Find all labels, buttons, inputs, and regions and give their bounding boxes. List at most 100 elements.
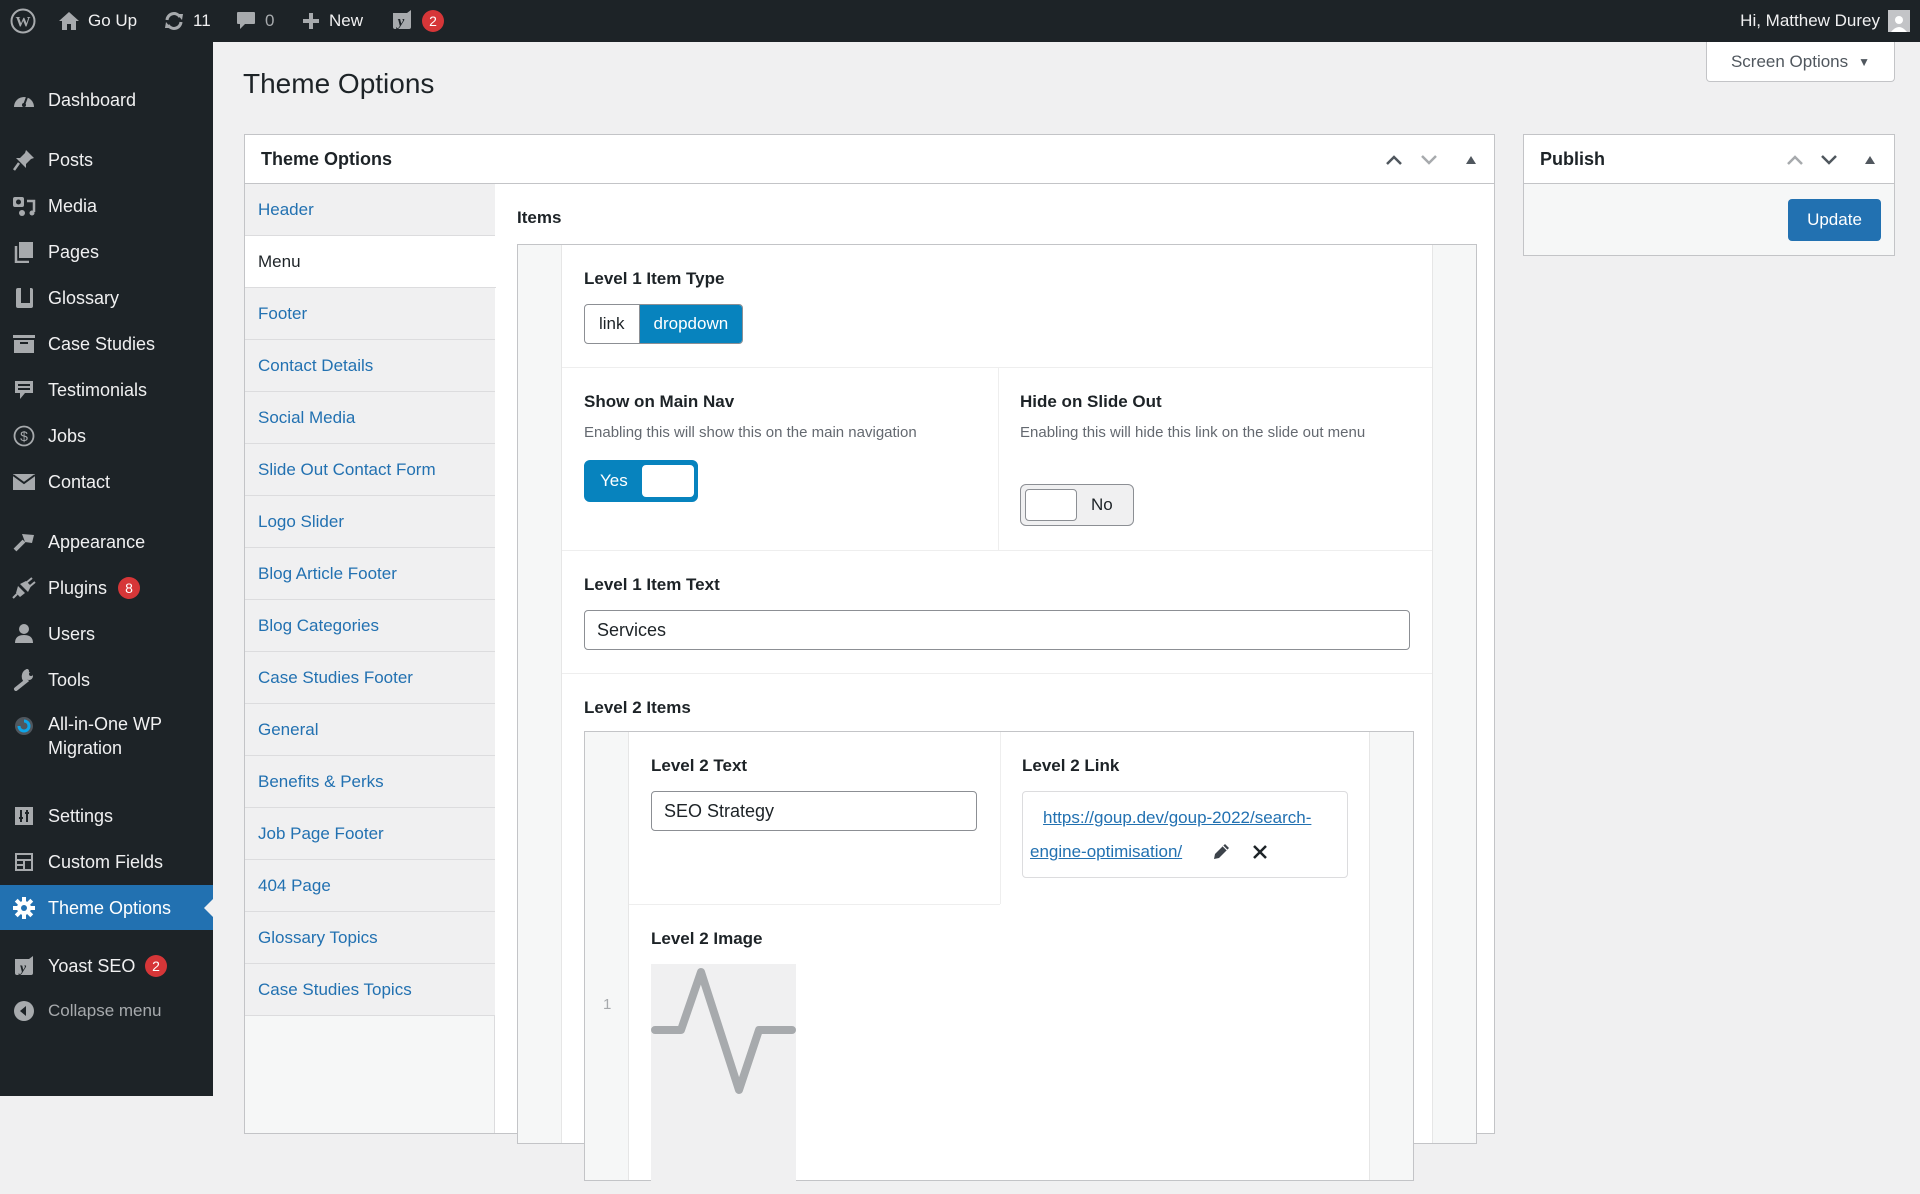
- wordpress-logo-button[interactable]: W: [10, 0, 36, 42]
- sidebar-item-theme-options[interactable]: Theme Options: [0, 885, 213, 930]
- level2-row-drag-handle[interactable]: 1: [585, 732, 629, 1180]
- publish-toggle-panel-button[interactable]: [1854, 135, 1886, 184]
- new-content-link[interactable]: New: [301, 0, 363, 42]
- row-drag-handle[interactable]: [518, 245, 562, 1143]
- metabox-title: Theme Options: [261, 148, 393, 169]
- tab-header[interactable]: Header: [245, 184, 495, 236]
- tab-glossary-topics[interactable]: Glossary Topics: [245, 912, 495, 964]
- plugins-update-badge: 8: [118, 577, 140, 599]
- tab-case-studies-footer[interactable]: Case Studies Footer: [245, 652, 495, 704]
- comments-link[interactable]: 0: [235, 0, 274, 42]
- row-remove-handle[interactable]: [1432, 245, 1476, 1143]
- tab-logo-slider[interactable]: Logo Slider: [245, 496, 495, 548]
- divider: [629, 904, 1000, 905]
- sidebar-item-glossary[interactable]: Glossary: [0, 280, 213, 316]
- updates-link[interactable]: 11: [163, 0, 211, 42]
- level2-text-input[interactable]: SEO Strategy: [651, 791, 977, 831]
- tab-job-page-footer[interactable]: Job Page Footer: [245, 808, 495, 860]
- level2-text-label: Level 2 Text: [651, 756, 748, 775]
- sidebar-item-plugins[interactable]: Plugins 8: [0, 570, 213, 606]
- sidebar-item-jobs[interactable]: $ Jobs: [0, 418, 213, 454]
- my-account-link[interactable]: Hi, Matthew Durey: [1740, 0, 1910, 42]
- site-name-link[interactable]: Go Up: [58, 0, 137, 42]
- pencil-icon: [1214, 844, 1229, 859]
- svg-text:y: y: [396, 14, 405, 30]
- email-icon: [12, 470, 36, 494]
- toggle-knob: [1025, 489, 1077, 521]
- sidebar-item-users[interactable]: Users: [0, 616, 213, 652]
- column-divider: [1000, 732, 1001, 904]
- sidebar-item-testimonials[interactable]: Testimonials: [0, 372, 213, 408]
- move-down-button[interactable]: [1413, 135, 1445, 184]
- level2-items-label: Level 2 Items: [584, 698, 691, 717]
- sidebar-item-all-in-one-wp-migration[interactable]: All-in-One WP Migration: [0, 708, 213, 764]
- yoast-notification-badge: 2: [422, 10, 444, 32]
- tab-benefits-perks[interactable]: Benefits & Perks: [245, 756, 495, 808]
- level2-row-remove-handle[interactable]: [1369, 732, 1413, 1180]
- edit-link-button[interactable]: [1211, 842, 1231, 867]
- move-up-button[interactable]: [1378, 135, 1410, 184]
- toggle-panel-button[interactable]: [1455, 135, 1487, 184]
- tab-social-media[interactable]: Social Media: [245, 392, 495, 444]
- publish-metabox: Publish Update: [1523, 134, 1895, 256]
- level1-text-input[interactable]: Services: [584, 610, 1410, 650]
- tab-footer[interactable]: Footer: [245, 288, 495, 340]
- archive-icon: [12, 332, 36, 356]
- sidebar-item-case-studies[interactable]: Case Studies: [0, 326, 213, 362]
- sidebar-item-dashboard[interactable]: Dashboard: [0, 82, 213, 118]
- toggle-off-label: No: [1091, 495, 1113, 514]
- sidebar-item-pages[interactable]: Pages: [0, 234, 213, 270]
- tab-404-page[interactable]: 404 Page: [245, 860, 495, 912]
- publish-move-up-button[interactable]: [1779, 135, 1811, 184]
- tab-menu[interactable]: Menu: [245, 236, 496, 288]
- remove-link-button[interactable]: [1251, 843, 1269, 866]
- tab-blog-article-footer[interactable]: Blog Article Footer: [245, 548, 495, 600]
- link-url-line1[interactable]: https://goup.dev/goup-2022/search-: [1043, 800, 1311, 835]
- user-icon: [12, 622, 36, 646]
- sidebar-item-posts[interactable]: Posts: [0, 142, 213, 178]
- svg-text:$: $: [20, 428, 28, 444]
- tab-case-studies-topics[interactable]: Case Studies Topics: [245, 964, 495, 1016]
- tab-general[interactable]: General: [245, 704, 495, 756]
- options-tabs: Header Menu Footer Contact Details Socia…: [245, 184, 496, 1133]
- show-main-nav-label: Show on Main Nav: [584, 392, 735, 411]
- user-avatar: [1888, 10, 1910, 32]
- media-icon: [12, 194, 36, 218]
- triangle-up-icon: [1865, 155, 1875, 164]
- tab-slide-out-contact-form[interactable]: Slide Out Contact Form: [245, 444, 495, 496]
- hide-slide-out-toggle[interactable]: No: [1020, 484, 1134, 526]
- chevron-up-icon: [1787, 154, 1803, 165]
- sidebar-item-appearance[interactable]: Appearance: [0, 524, 213, 560]
- publish-body: Update: [1524, 184, 1894, 255]
- yoast-icon: y: [12, 954, 36, 978]
- divider: [562, 550, 1432, 551]
- sidebar-item-tools[interactable]: Tools: [0, 662, 213, 698]
- publish-move-down-button[interactable]: [1813, 135, 1845, 184]
- items-field-label: Items: [517, 208, 562, 227]
- screen-options-button[interactable]: Screen Options ▼: [1706, 42, 1895, 82]
- gear-icon: [12, 896, 36, 920]
- link-url-line2[interactable]: engine-optimisation/: [1030, 834, 1182, 869]
- row-number: 1: [603, 996, 612, 1013]
- sidebar-item-settings[interactable]: Settings: [0, 798, 213, 834]
- svg-text:y: y: [18, 961, 27, 976]
- close-icon: [1253, 845, 1267, 859]
- tab-blog-categories[interactable]: Blog Categories: [245, 600, 495, 652]
- tab-contact-details[interactable]: Contact Details: [245, 340, 495, 392]
- yoast-adminbar-link[interactable]: y 2: [390, 0, 444, 42]
- publish-title: Publish: [1540, 148, 1606, 169]
- sidebar-item-contact[interactable]: Contact: [0, 464, 213, 500]
- type-option-dropdown[interactable]: dropdown: [639, 305, 743, 343]
- update-button[interactable]: Update: [1788, 199, 1881, 241]
- toggle-knob: [641, 465, 694, 497]
- yoast-seo-badge: 2: [145, 955, 167, 977]
- type-option-link[interactable]: link: [585, 305, 640, 343]
- sidebar-item-custom-fields[interactable]: Custom Fields: [0, 844, 213, 880]
- hide-slide-out-label: Hide on Slide Out: [1020, 392, 1162, 411]
- sidebar-item-media[interactable]: Media: [0, 188, 213, 224]
- show-main-nav-toggle[interactable]: Yes: [584, 460, 698, 502]
- sidebar-item-yoast-seo[interactable]: y Yoast SEO 2: [0, 948, 213, 984]
- collapse-menu-button[interactable]: Collapse menu: [0, 993, 213, 1029]
- fields-icon: [12, 850, 36, 874]
- level2-image-preview[interactable]: [651, 964, 796, 1194]
